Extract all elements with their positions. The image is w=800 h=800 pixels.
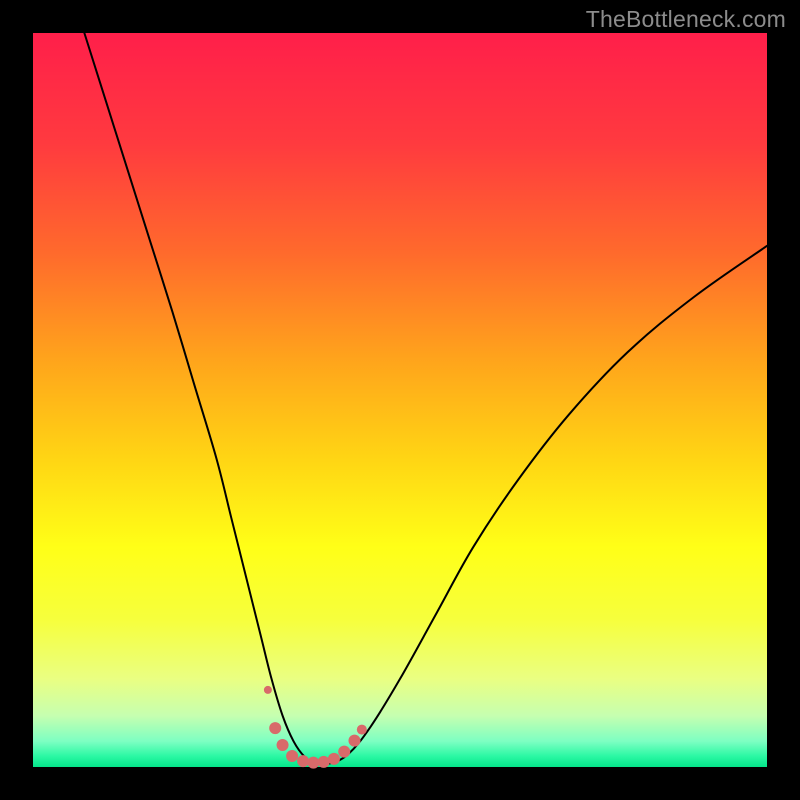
bottleneck-chart <box>0 0 800 800</box>
trough-dot <box>264 686 272 694</box>
app-frame: TheBottleneck.com <box>0 0 800 800</box>
trough-dot <box>297 755 309 767</box>
trough-dot <box>357 725 367 735</box>
plot-background <box>33 33 767 767</box>
trough-dot <box>318 756 330 768</box>
trough-dot <box>338 746 350 758</box>
trough-dot <box>277 739 289 751</box>
trough-dot <box>328 753 340 765</box>
watermark-text: TheBottleneck.com <box>586 6 786 33</box>
trough-dot <box>269 722 281 734</box>
trough-dot <box>348 735 360 747</box>
trough-dot <box>286 750 298 762</box>
trough-dot <box>307 757 319 769</box>
